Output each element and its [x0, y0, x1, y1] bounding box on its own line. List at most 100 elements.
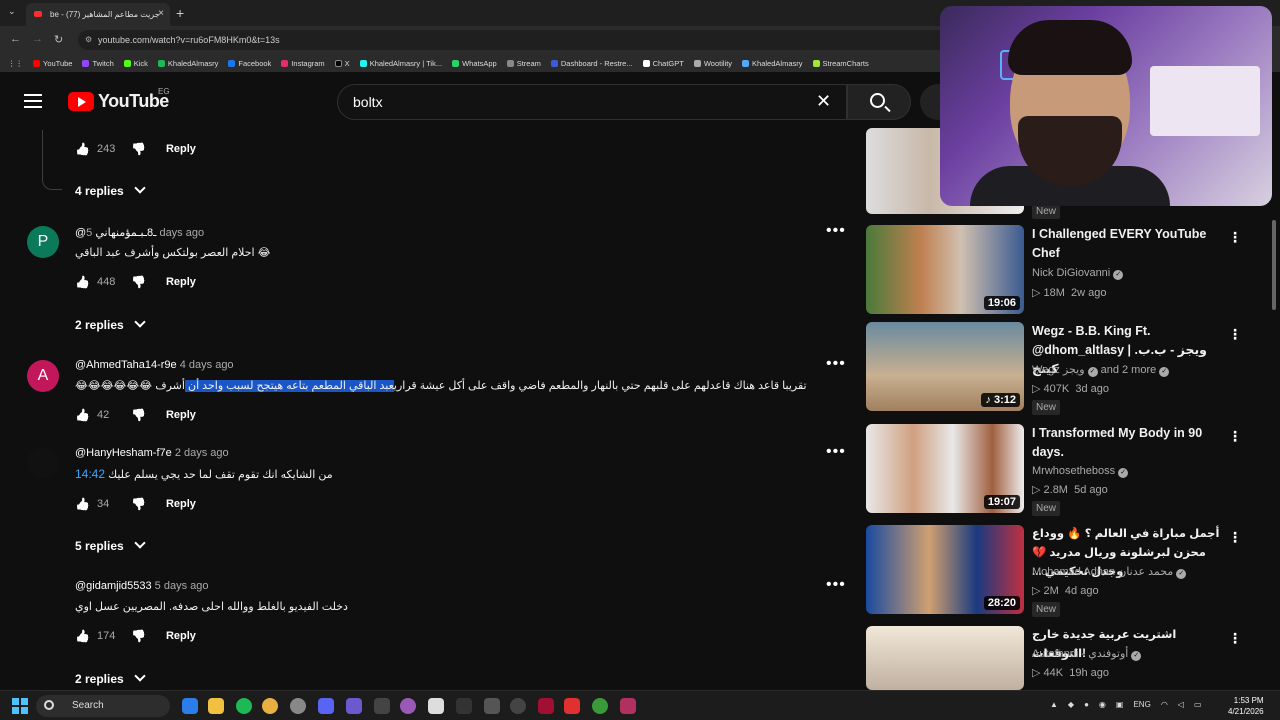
clear-search-icon[interactable]: ✕ — [816, 91, 831, 112]
video-thumbnail[interactable]: 19:07 — [866, 424, 1024, 513]
bookmark-item[interactable]: ChatGPT — [642, 59, 684, 68]
bookmark-item[interactable]: Twitch — [82, 59, 114, 68]
channel-name[interactable]: Autofandi - أوتوفندي ✓ — [1032, 647, 1142, 661]
video-thumbnail[interactable] — [866, 626, 1024, 690]
bookmark-item[interactable]: X — [334, 59, 350, 68]
comment-options-icon[interactable]: ••• — [826, 576, 846, 594]
app-icon[interactable] — [592, 698, 608, 714]
close-tab-icon[interactable]: × — [158, 8, 164, 19]
dislike-icon[interactable] — [131, 629, 146, 643]
replies-toggle[interactable]: 5 replies — [75, 537, 146, 553]
bookmark-item[interactable]: Wootility — [693, 59, 732, 68]
spotify-icon[interactable] — [236, 698, 252, 714]
bookmark-item[interactable]: YouTube — [33, 59, 72, 68]
replies-toggle[interactable]: 2 replies — [75, 670, 146, 686]
bookmark-item[interactable]: Kick — [123, 59, 148, 68]
video-options-icon[interactable]: ⋮ — [1228, 630, 1243, 647]
comment-author[interactable]: @gidamjid5533 5 days ago — [75, 580, 209, 592]
reply-button[interactable]: Reply — [166, 498, 196, 510]
bookmark-item[interactable]: StreamCharts — [812, 59, 869, 68]
tray-icon[interactable]: ◆ — [1068, 700, 1074, 709]
tab-active[interactable]: be - جريت مطاعم المشاهير (77) × — [26, 3, 170, 26]
dislike-icon[interactable] — [131, 275, 146, 289]
hamburger-menu-icon[interactable] — [24, 94, 42, 112]
app-icon[interactable] — [374, 698, 390, 714]
replies-toggle[interactable]: 4 replies — [75, 182, 146, 198]
app-icon[interactable] — [620, 698, 636, 714]
chrome-icon[interactable] — [262, 698, 278, 714]
app-icon[interactable] — [400, 698, 416, 714]
app-icon[interactable] — [538, 698, 554, 714]
reply-button[interactable]: Reply — [166, 143, 196, 155]
reply-button[interactable]: Reply — [166, 276, 196, 288]
url-field[interactable]: ⚙ youtube.com/watch?v=ru6oFM8HKm0&t=13s — [78, 30, 948, 50]
reload-icon[interactable]: ↻ — [54, 33, 63, 46]
timestamp-link[interactable]: 14:42 — [75, 467, 105, 481]
avatar[interactable]: A — [27, 360, 59, 392]
like-icon[interactable] — [75, 497, 89, 511]
forward-icon[interactable]: → — [32, 33, 43, 45]
comment-options-icon[interactable]: ••• — [826, 443, 846, 461]
video-title[interactable]: I Challenged EVERY YouTube Chef — [1032, 225, 1222, 263]
channel-name[interactable]: Mrwhosetheboss ✓ — [1032, 465, 1129, 478]
bookmark-item[interactable]: Dashboard - Restre... — [550, 59, 633, 68]
comment-author[interactable]: @ـ8ـبـمؤمنهاني 5 days ago — [75, 226, 204, 239]
bookmark-item[interactable]: Instagram — [281, 59, 325, 68]
video-title[interactable]: I Transformed My Body in 90 days. — [1032, 424, 1222, 462]
tray-icon[interactable]: ◉ — [1099, 700, 1106, 709]
search-button[interactable] — [847, 84, 911, 120]
language-indicator[interactable]: ENG — [1133, 700, 1150, 709]
video-thumbnail[interactable]: ♪ 3:12 — [866, 322, 1024, 411]
dislike-icon[interactable] — [131, 408, 146, 422]
like-icon[interactable] — [75, 142, 89, 156]
channel-name[interactable]: Nick DiGiovanni ✓ — [1032, 267, 1124, 280]
app-icon[interactable] — [290, 698, 306, 714]
like-icon[interactable] — [75, 408, 89, 422]
taskbar-search[interactable]: Search — [36, 695, 170, 717]
bookmark-item[interactable]: KhaledAlmasry — [157, 59, 218, 68]
tray-icon[interactable]: ▣ — [1116, 700, 1124, 709]
copilot-icon[interactable] — [182, 698, 198, 714]
youtube-logo[interactable]: YouTube — [68, 91, 169, 112]
clock[interactable]: 1:53 PM 4/21/2026 — [1228, 695, 1264, 717]
like-icon[interactable] — [75, 629, 89, 643]
new-tab-icon[interactable]: + — [176, 5, 184, 21]
dislike-icon[interactable] — [131, 142, 146, 156]
tray-icon[interactable]: ● — [1084, 700, 1089, 709]
video-options-icon[interactable]: ⋮ — [1228, 529, 1243, 546]
discord-icon[interactable] — [318, 698, 334, 714]
back-icon[interactable]: ← — [10, 33, 21, 45]
wifi-icon[interactable]: ◠ — [1161, 700, 1168, 709]
video-thumbnail[interactable]: 28:20 — [866, 525, 1024, 614]
bookmark-item[interactable]: KhaledAlmasry — [742, 59, 803, 68]
site-info-icon[interactable]: ⚙ — [85, 35, 92, 44]
search-input[interactable]: boltx — [337, 84, 847, 120]
app-icon[interactable] — [346, 698, 362, 714]
avatar[interactable]: P — [27, 226, 59, 258]
video-options-icon[interactable]: ⋮ — [1228, 229, 1243, 246]
video-thumbnail[interactable]: 19:06 — [866, 225, 1024, 314]
channel-name[interactable]: Mohamad Adnan محمد عدنان ✓ — [1032, 565, 1187, 579]
video-options-icon[interactable]: ⋮ — [1228, 326, 1243, 343]
bookmark-item[interactable]: WhatsApp — [452, 59, 497, 68]
tray-icon[interactable]: ▲ — [1050, 700, 1058, 709]
comment-author[interactable]: @AhmedTaha14-r9e 4 days ago — [75, 359, 234, 371]
reply-button[interactable]: Reply — [166, 630, 196, 642]
replies-toggle[interactable]: 2 replies — [75, 316, 146, 332]
bookmark-item[interactable]: KhaledAlmasry | Tik... — [359, 59, 442, 68]
bookmark-item[interactable]: Facebook — [228, 59, 271, 68]
bookmark-item[interactable]: Stream — [506, 59, 541, 68]
scrollbar-thumb[interactable] — [1272, 220, 1276, 310]
battery-icon[interactable]: ▭ — [1194, 700, 1202, 709]
reply-button[interactable]: Reply — [166, 409, 196, 421]
like-icon[interactable] — [75, 275, 89, 289]
comment-author[interactable]: @HanyHesham-f7e 2 days ago — [75, 447, 229, 459]
video-options-icon[interactable]: ⋮ — [1228, 428, 1243, 445]
comment-options-icon[interactable]: ••• — [826, 355, 846, 373]
app-icon[interactable] — [564, 698, 580, 714]
dislike-icon[interactable] — [131, 497, 146, 511]
windows-start-icon[interactable] — [12, 698, 28, 714]
volume-icon[interactable]: ◁ — [1178, 700, 1184, 709]
app-icon[interactable] — [456, 698, 472, 714]
file-explorer-icon[interactable] — [208, 698, 224, 714]
